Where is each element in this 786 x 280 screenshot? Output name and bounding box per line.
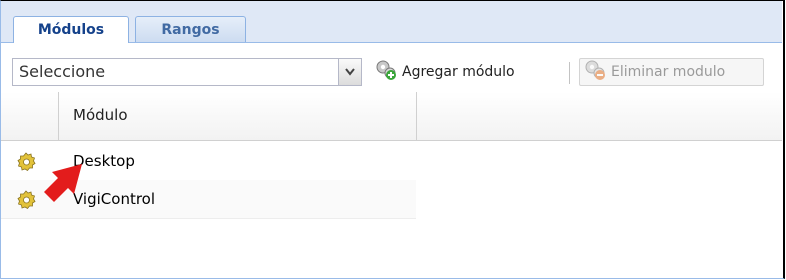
tab-strip: Módulos Rangos: [1, 1, 782, 43]
tab-rangos[interactable]: Rangos: [135, 16, 246, 42]
toolbar-separator: [569, 62, 570, 84]
module-select-value: Seleccione: [19, 62, 106, 81]
gear-icon[interactable]: [15, 151, 37, 173]
delete-module-button[interactable]: Eliminar modulo: [579, 58, 764, 86]
gears-delete-icon: [584, 59, 606, 85]
column-header-modulo[interactable]: Módulo: [59, 92, 417, 140]
grid-header: Módulo: [1, 92, 782, 141]
gears-add-icon: [375, 59, 397, 85]
module-select[interactable]: Seleccione: [12, 58, 362, 86]
delete-module-label: Eliminar modulo: [611, 64, 726, 80]
gear-icon[interactable]: [15, 189, 37, 211]
chevron-down-icon[interactable]: [338, 59, 361, 85]
toolbar: Seleccione Agregar módulo Eliminar modul…: [1, 58, 782, 90]
add-module-button[interactable]: Agregar módulo: [371, 58, 523, 86]
column-header-icon[interactable]: [1, 92, 59, 140]
add-module-label: Agregar módulo: [402, 64, 515, 80]
red-arrow-icon: [44, 164, 82, 202]
column-header-label: Módulo: [73, 106, 128, 124]
tab-modulos[interactable]: Módulos: [13, 16, 129, 43]
